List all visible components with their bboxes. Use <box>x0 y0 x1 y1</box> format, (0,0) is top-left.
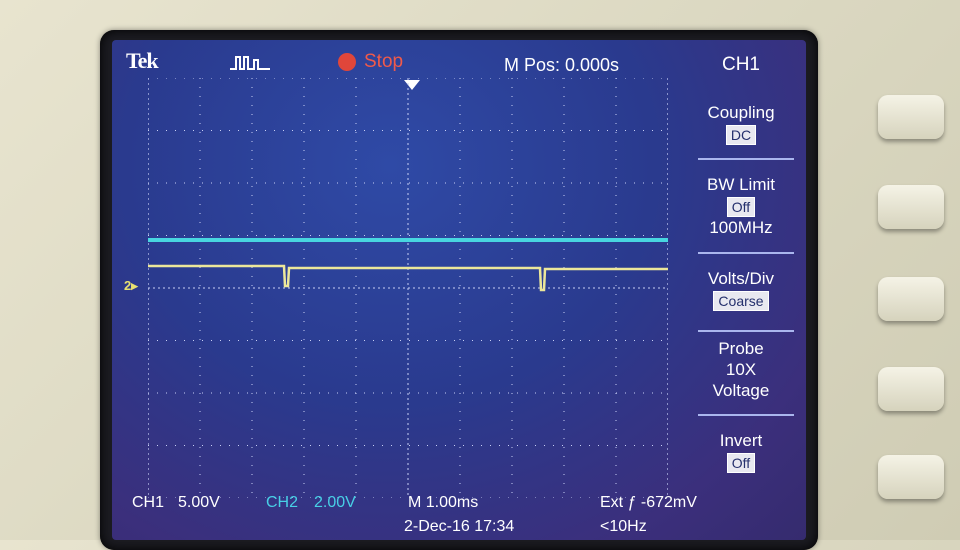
timebase-readout: M 1.00ms <box>408 494 479 511</box>
bottom-status-bar: CH1 5.00V CH2 2.00V M 1.00ms Ext ƒ -672m… <box>112 492 806 540</box>
waveform-graticule <box>148 78 668 498</box>
probe-attenuation: 10X <box>725 360 757 379</box>
coupling-value: DC <box>725 125 757 145</box>
menu-item-volts-div[interactable]: Volts/Div Coarse <box>676 268 806 311</box>
menu-button-1[interactable] <box>878 95 944 139</box>
menu-item-bw-limit[interactable]: BW Limit Off 100MHz <box>676 174 806 238</box>
menu-item-coupling[interactable]: Coupling DC <box>676 102 806 145</box>
ch1-label: CH1 <box>132 494 165 511</box>
ch1-side-menu: CH1 Coupling DC BW Limit Off 100MHz Volt… <box>676 40 806 540</box>
menu-divider <box>698 158 794 160</box>
menu-button-4[interactable] <box>878 367 944 411</box>
trigger-frequency: <10Hz <box>600 518 647 535</box>
brand-logo: Tek <box>126 48 159 73</box>
bw-limit-value: Off <box>726 197 756 217</box>
menu-item-label: Probe <box>718 339 764 358</box>
pulse-waveform-icon <box>230 56 270 70</box>
menu-item-invert[interactable]: Invert Off <box>676 430 806 473</box>
volts-div-value: Coarse <box>713 291 769 311</box>
ch1-scale: 5.00V <box>178 494 220 511</box>
ch2-label: CH2 <box>266 494 299 511</box>
menu-button-3[interactable] <box>878 277 944 321</box>
menu-button-2[interactable] <box>878 185 944 229</box>
trigger-readout: Ext ƒ -672mV <box>600 494 697 511</box>
menu-button-5[interactable] <box>878 455 944 499</box>
graticule-grid <box>148 78 668 498</box>
menu-divider <box>698 330 794 332</box>
menu-item-label: Volts/Div <box>707 269 775 288</box>
invert-value: Off <box>726 453 756 473</box>
ch2-scale: 2.00V <box>314 494 356 511</box>
menu-item-label: Invert <box>719 431 763 450</box>
channel-ground-marker: 2▸ <box>124 278 138 293</box>
menu-divider <box>698 252 794 254</box>
menu-item-label: Coupling <box>707 103 775 122</box>
bw-limit-frequency: 100MHz <box>709 218 773 237</box>
date-time: 2-Dec-16 17:34 <box>404 518 515 535</box>
menu-divider <box>698 414 794 416</box>
oscilloscope-screen: Tek Stop M Pos: 0.000s 2▸ CH1 Coupling D… <box>112 40 806 540</box>
horizontal-position-readout: M Pos: 0.000s <box>504 55 620 75</box>
stop-dot-icon <box>338 53 356 71</box>
probe-type: Voltage <box>712 381 770 400</box>
menu-item-probe[interactable]: Probe 10X Voltage <box>676 338 806 401</box>
menu-title: CH1 <box>721 54 760 75</box>
run-state-label: Stop <box>364 51 404 72</box>
menu-item-label: BW Limit <box>707 175 775 194</box>
